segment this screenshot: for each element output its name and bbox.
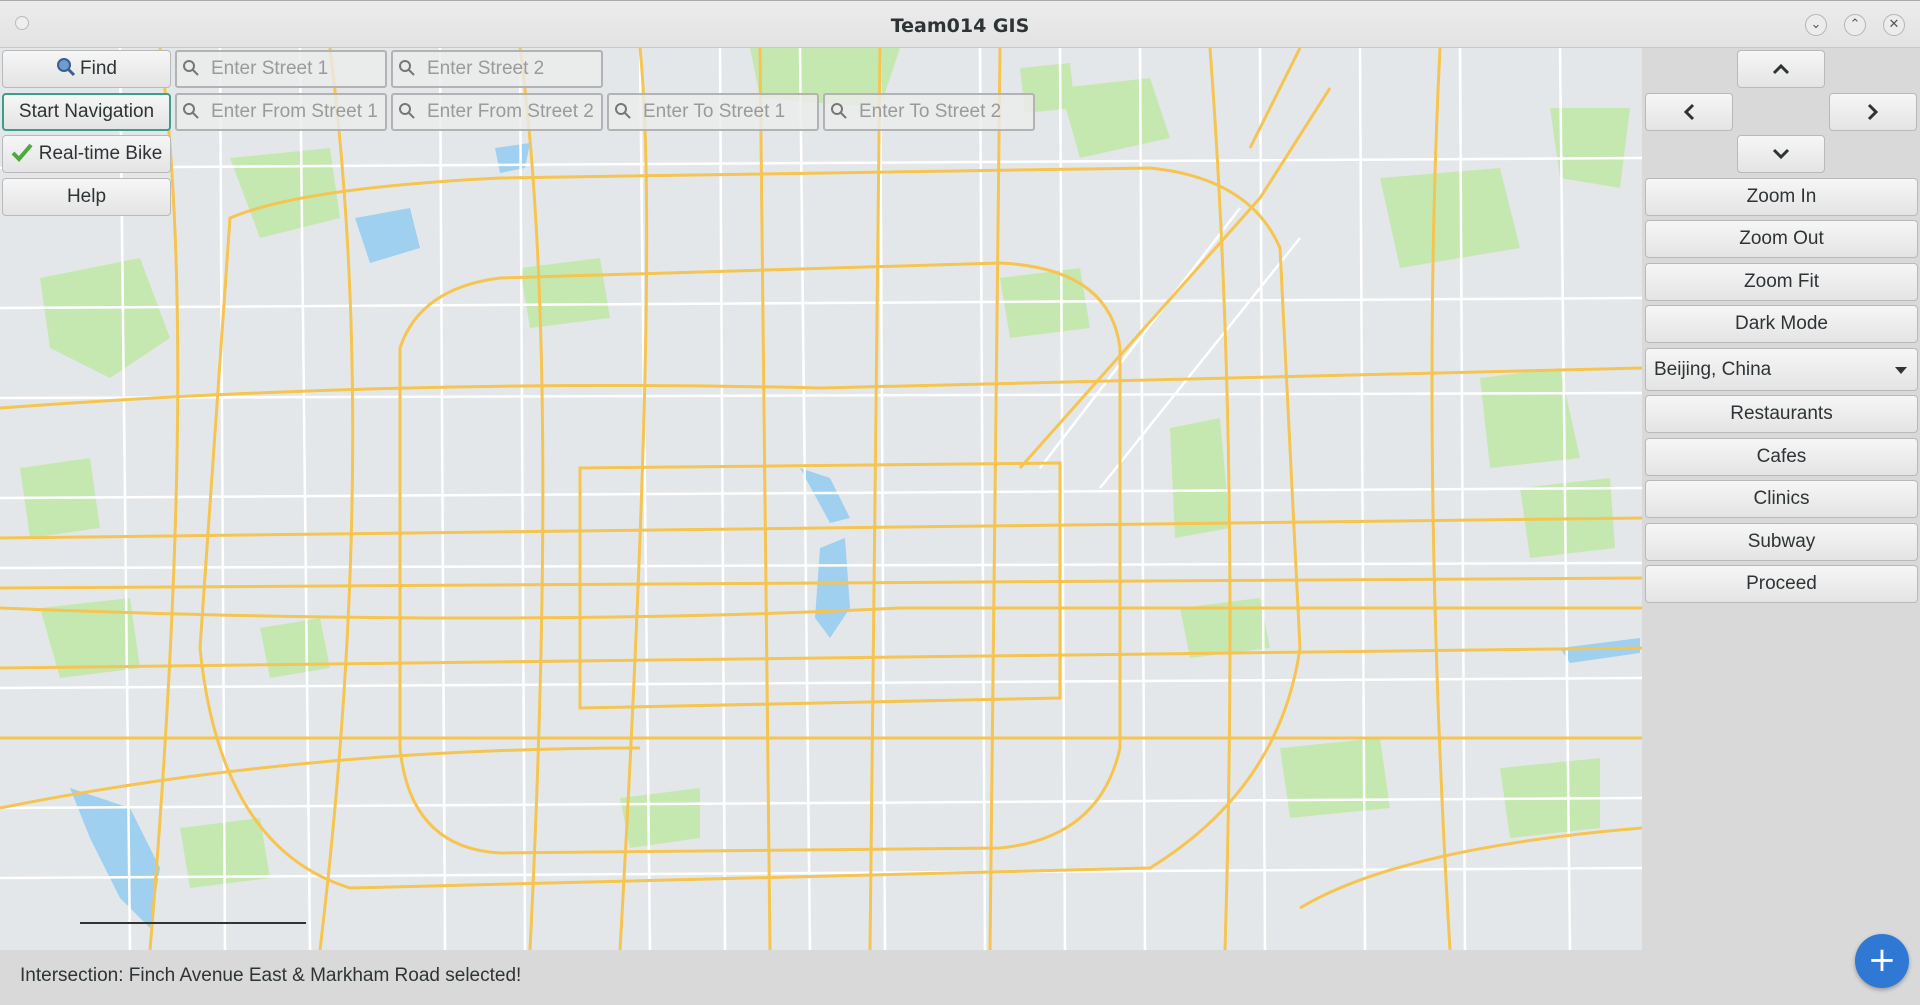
help-label: Help [66,186,107,207]
map-canvas[interactable] [0,48,1642,950]
find-label: Find [80,58,117,79]
restaurants-button[interactable]: Restaurants [1645,395,1918,433]
city-select-value: Beijing, China [1654,359,1772,380]
realtime-bike-toggle[interactable]: Real-time Bike [2,135,171,173]
pan-down-button[interactable] [1737,135,1825,173]
zoom-out-label: Zoom Out [1739,228,1824,249]
zoom-fit-button[interactable]: Zoom Fit [1645,263,1918,301]
zoom-out-button[interactable]: Zoom Out [1645,220,1918,258]
window-title: Team014 GIS [890,15,1030,37]
chevron-down-icon [1772,148,1790,160]
from-street1-input[interactable]: Enter From Street 1 [175,93,387,131]
dark-mode-button[interactable]: Dark Mode [1645,305,1918,343]
map-drawing [0,48,1642,950]
maximize-button[interactable]: ⌃ [1844,14,1866,36]
restaurants-label: Restaurants [1730,403,1833,424]
search-icon [183,60,199,76]
cafes-label: Cafes [1756,446,1807,467]
zoom-in-button[interactable]: Zoom In [1645,178,1918,216]
city-select[interactable]: Beijing, China [1645,348,1918,391]
add-fab-button[interactable]: + [1855,934,1909,988]
plus-icon: + [1867,940,1897,980]
chevron-right-icon [1867,103,1879,121]
search-icon [183,103,199,119]
search-icon [831,103,847,119]
from-street2-input[interactable]: Enter From Street 2 [391,93,603,131]
from-street2-placeholder: Enter From Street 2 [427,101,594,122]
chevron-left-icon [1683,103,1695,121]
close-button[interactable]: ✕ [1883,14,1905,36]
help-button[interactable]: Help [2,178,171,216]
pan-up-button[interactable] [1737,50,1825,88]
find-button[interactable]: Find [2,50,171,88]
search-icon [399,60,415,76]
zoom-in-label: Zoom In [1746,186,1817,207]
start-navigation-button[interactable]: Start Navigation [2,93,171,131]
proceed-button[interactable]: Proceed [1645,565,1918,603]
street1-input[interactable]: Enter Street 1 [175,50,387,88]
realtime-bike-label: Real-time Bike [38,143,163,164]
clinics-label: Clinics [1753,488,1810,509]
check-icon [11,139,33,175]
dark-mode-label: Dark Mode [1735,313,1828,334]
proceed-label: Proceed [1746,573,1817,594]
to-street1-input[interactable]: Enter To Street 1 [607,93,819,131]
cafes-button[interactable]: Cafes [1645,438,1918,476]
dropdown-arrow-icon [1895,367,1907,374]
street2-placeholder: Enter Street 2 [427,58,545,79]
zoom-fit-label: Zoom Fit [1744,271,1819,292]
chevron-up-icon [1772,63,1790,75]
to-street2-input[interactable]: Enter To Street 2 [823,93,1035,131]
from-street1-placeholder: Enter From Street 1 [211,101,378,122]
clinics-button[interactable]: Clinics [1645,480,1918,518]
subway-label: Subway [1747,531,1816,552]
search-icon [399,103,415,119]
pan-right-button[interactable] [1829,93,1917,131]
title-bar: Team014 GIS ⌄ ⌃ ✕ [0,0,1920,48]
subway-button[interactable]: Subway [1645,523,1918,561]
to-street2-placeholder: Enter To Street 2 [859,101,1002,122]
search-icon [615,103,631,119]
to-street1-placeholder: Enter To Street 1 [643,101,786,122]
status-message: Intersection: Finch Avenue East & Markha… [20,965,522,986]
start-navigation-label: Start Navigation [18,101,155,122]
pan-left-button[interactable] [1645,93,1733,131]
status-bar: Intersection: Finch Avenue East & Markha… [0,950,1642,1005]
street1-placeholder: Enter Street 1 [211,58,329,79]
search-icon [56,54,76,90]
minimize-button[interactable]: ⌄ [1805,14,1827,36]
street2-input[interactable]: Enter Street 2 [391,50,603,88]
